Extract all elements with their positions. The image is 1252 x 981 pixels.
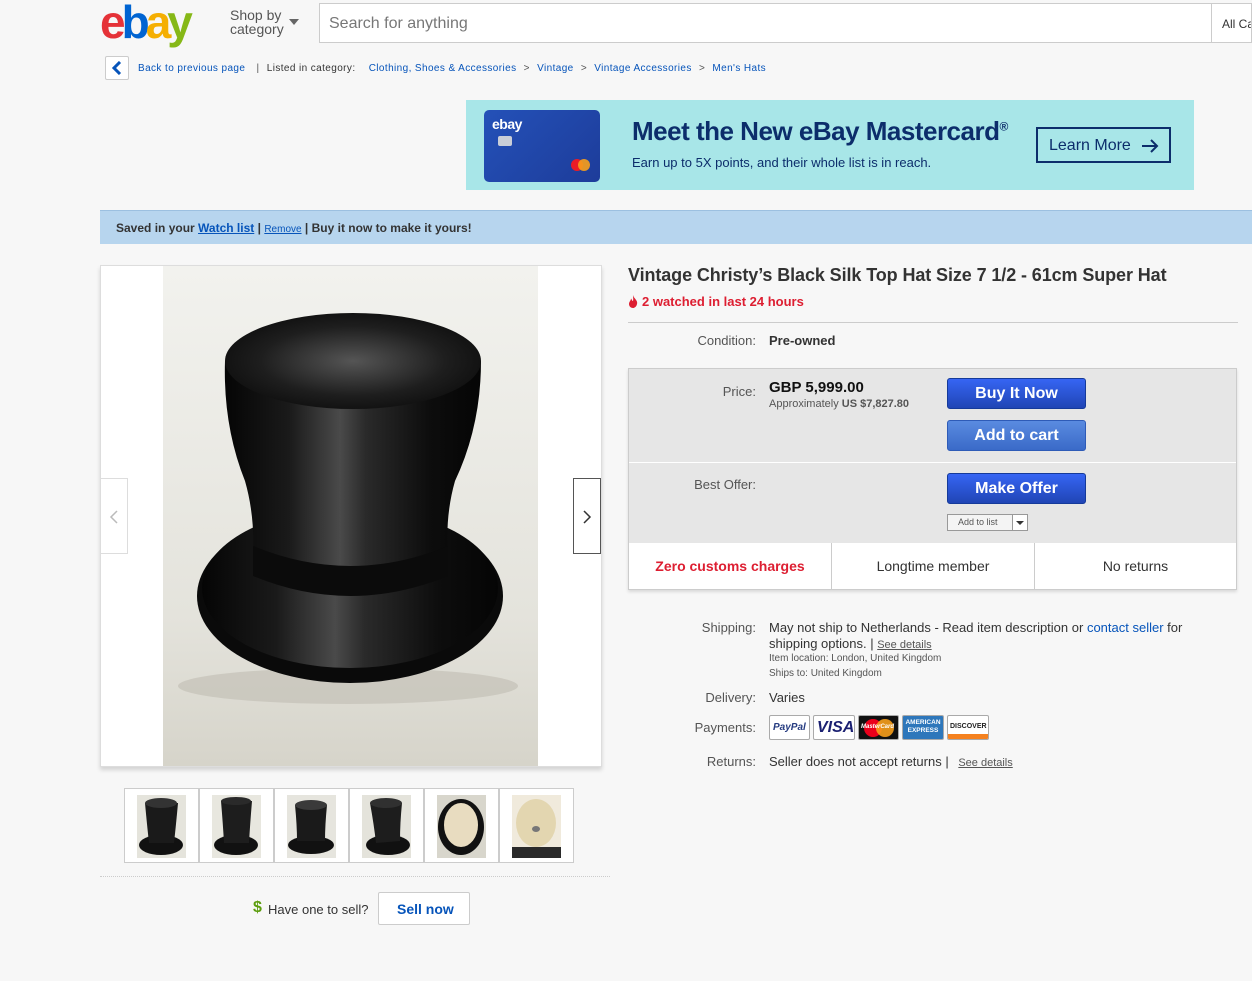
previous-image-button[interactable] bbox=[100, 478, 128, 554]
returns-info: Seller does not accept returns | See det… bbox=[769, 754, 1013, 769]
ships-to: Ships to: United Kingdom bbox=[769, 668, 882, 679]
image-viewer bbox=[100, 265, 602, 767]
back-to-previous-link[interactable]: Back to previous page bbox=[138, 63, 245, 74]
listed-in-label: Listed in category: bbox=[266, 63, 356, 74]
divider bbox=[628, 322, 1238, 323]
watch-list-link[interactable]: Watch list bbox=[198, 221, 254, 235]
buy-it-now-button[interactable]: Buy It Now bbox=[947, 378, 1086, 409]
item-title: Vintage Christy’s Black Silk Top Hat Siz… bbox=[628, 265, 1167, 285]
best-offer-label: Best Offer: bbox=[694, 477, 756, 492]
feature-longtime-member: Longtime member bbox=[876, 558, 990, 574]
contact-seller-link[interactable]: contact seller bbox=[1087, 620, 1164, 635]
search-placeholder: Search for anything bbox=[329, 15, 468, 32]
card-logo: ebay bbox=[492, 116, 522, 132]
card-chip bbox=[498, 136, 512, 146]
breadcrumb: Back to previous page | Listed in catego… bbox=[138, 63, 767, 74]
shop-by-line2: category bbox=[230, 21, 284, 37]
breadcrumb-item-clothing[interactable]: Clothing, Shoes & Accessories bbox=[369, 63, 517, 74]
make-offer-button[interactable]: Make Offer bbox=[947, 473, 1086, 504]
chevron-down-icon[interactable] bbox=[1012, 515, 1027, 530]
item-location: Item location: London, United Kingdom bbox=[769, 653, 942, 664]
divider bbox=[100, 876, 610, 877]
returns-label: Returns: bbox=[706, 754, 756, 769]
category-select-label: All Ca bbox=[1222, 17, 1252, 31]
condition-label: Condition: bbox=[697, 333, 756, 348]
sell-question: Have one to sell? bbox=[268, 902, 369, 917]
paypal-icon: PayPal bbox=[769, 715, 810, 740]
returns-see-details-link[interactable]: See details bbox=[958, 757, 1012, 769]
ebay-logo[interactable]: ebay bbox=[100, 0, 218, 48]
amex-icon: AMERICAN EXPRESS bbox=[902, 715, 944, 740]
discover-icon: DISCOVER bbox=[947, 715, 989, 740]
shipping-see-details-link[interactable]: See details bbox=[877, 639, 931, 651]
chevron-right-icon bbox=[583, 510, 592, 524]
chevron-left-icon bbox=[111, 61, 122, 75]
credit-card-image: ebay bbox=[484, 110, 600, 182]
feature-zero-customs: Zero customs charges bbox=[655, 558, 805, 574]
arrow-right-icon bbox=[1142, 139, 1159, 153]
watch-count: 2 watched in last 24 hours bbox=[628, 294, 804, 309]
ad-title: Meet the New eBay Mastercard® bbox=[632, 116, 1008, 146]
search-input[interactable]: Search for anything bbox=[319, 3, 1212, 43]
delivery-value: Varies bbox=[769, 690, 805, 705]
watchlist-notice: Saved in your Watch list | Remove | Buy … bbox=[100, 210, 1252, 244]
chevron-down-icon[interactable] bbox=[289, 19, 299, 25]
payments-label: Payments: bbox=[694, 720, 756, 735]
visa-icon: VISA bbox=[813, 715, 855, 740]
thumbnail[interactable] bbox=[349, 788, 424, 863]
dollar-icon: $ bbox=[253, 899, 262, 916]
back-button[interactable] bbox=[105, 56, 129, 80]
breadcrumb-item-vintage[interactable]: Vintage bbox=[537, 63, 574, 74]
delivery-label: Delivery: bbox=[705, 690, 756, 705]
thumbnail[interactable] bbox=[124, 788, 199, 863]
learn-more-label: Learn More bbox=[1049, 137, 1131, 154]
price-value: GBP 5,999.00 bbox=[769, 379, 864, 396]
svg-text:ebay: ebay bbox=[100, 0, 193, 48]
breadcrumb-item-vintage-accessories[interactable]: Vintage Accessories bbox=[594, 63, 691, 74]
condition-value: Pre-owned bbox=[769, 333, 836, 348]
add-to-list-dropdown[interactable]: Add to list bbox=[947, 514, 1028, 531]
payment-methods: PayPal VISA MasterCard AMERICAN EXPRESS … bbox=[769, 715, 991, 741]
thumbnail[interactable] bbox=[499, 788, 574, 863]
thumbnail[interactable] bbox=[199, 788, 274, 863]
thumbnail[interactable] bbox=[424, 788, 499, 863]
price-label: Price: bbox=[722, 384, 756, 399]
shipping-info: May not ship to Netherlands - Read item … bbox=[769, 620, 1183, 651]
remove-link[interactable]: Remove bbox=[264, 224, 301, 235]
flame-icon bbox=[629, 295, 638, 308]
shipping-label: Shipping: bbox=[701, 620, 756, 635]
approx-price: Approximately US $7,827.80 bbox=[769, 398, 910, 410]
buy-box: Price: GBP 5,999.00 Approximately US $7,… bbox=[628, 368, 1237, 590]
mastercard-icon: MasterCard bbox=[858, 715, 899, 740]
breadcrumb-item-mens-hats[interactable]: Men's Hats bbox=[712, 63, 766, 74]
ad-subtitle: Earn up to 5X points, and their whole li… bbox=[632, 155, 932, 170]
feature-no-returns: No returns bbox=[1102, 558, 1169, 574]
add-to-cart-button[interactable]: Add to cart bbox=[947, 420, 1086, 451]
category-select[interactable]: All Ca bbox=[1212, 3, 1252, 43]
next-image-button[interactable] bbox=[573, 478, 601, 554]
chevron-left-icon bbox=[109, 510, 118, 524]
thumbnail[interactable] bbox=[274, 788, 349, 863]
shop-by-line1: Shop by bbox=[230, 7, 282, 23]
learn-more-button[interactable]: Learn More bbox=[1036, 127, 1171, 163]
shop-by-category[interactable]: Shop by category bbox=[230, 8, 284, 36]
feature-strip: Zero customs charges Longtime member No … bbox=[629, 543, 1236, 589]
item-photo[interactable] bbox=[163, 266, 538, 766]
sell-now-button[interactable]: Sell now bbox=[378, 892, 470, 925]
